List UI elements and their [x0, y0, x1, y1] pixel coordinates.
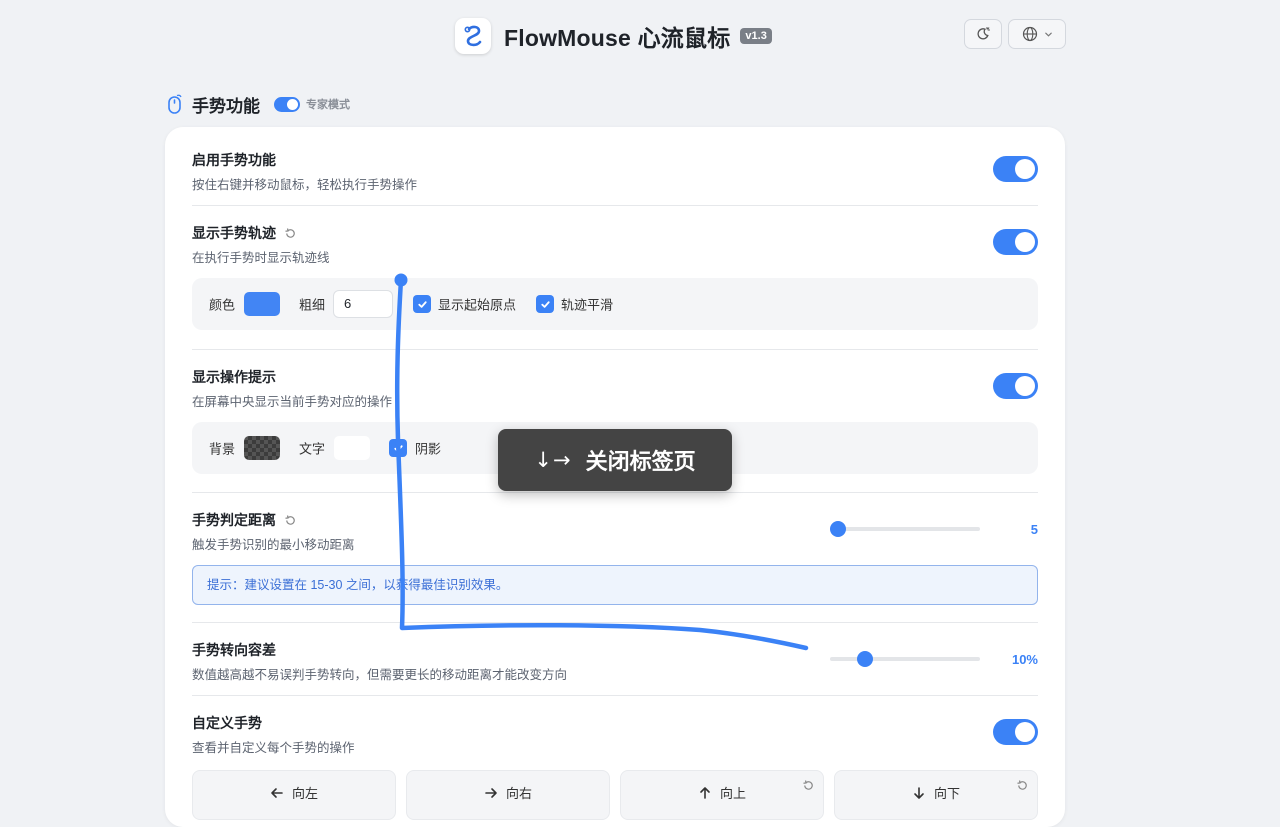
gesture-trail	[394, 273, 809, 651]
gesture-direction-arrows: ↓→	[534, 448, 572, 472]
trail-origin-dot	[394, 273, 408, 287]
gesture-action-hint: ↓→ 关闭标签页	[498, 429, 732, 491]
gesture-action-label: 关闭标签页	[585, 449, 696, 474]
